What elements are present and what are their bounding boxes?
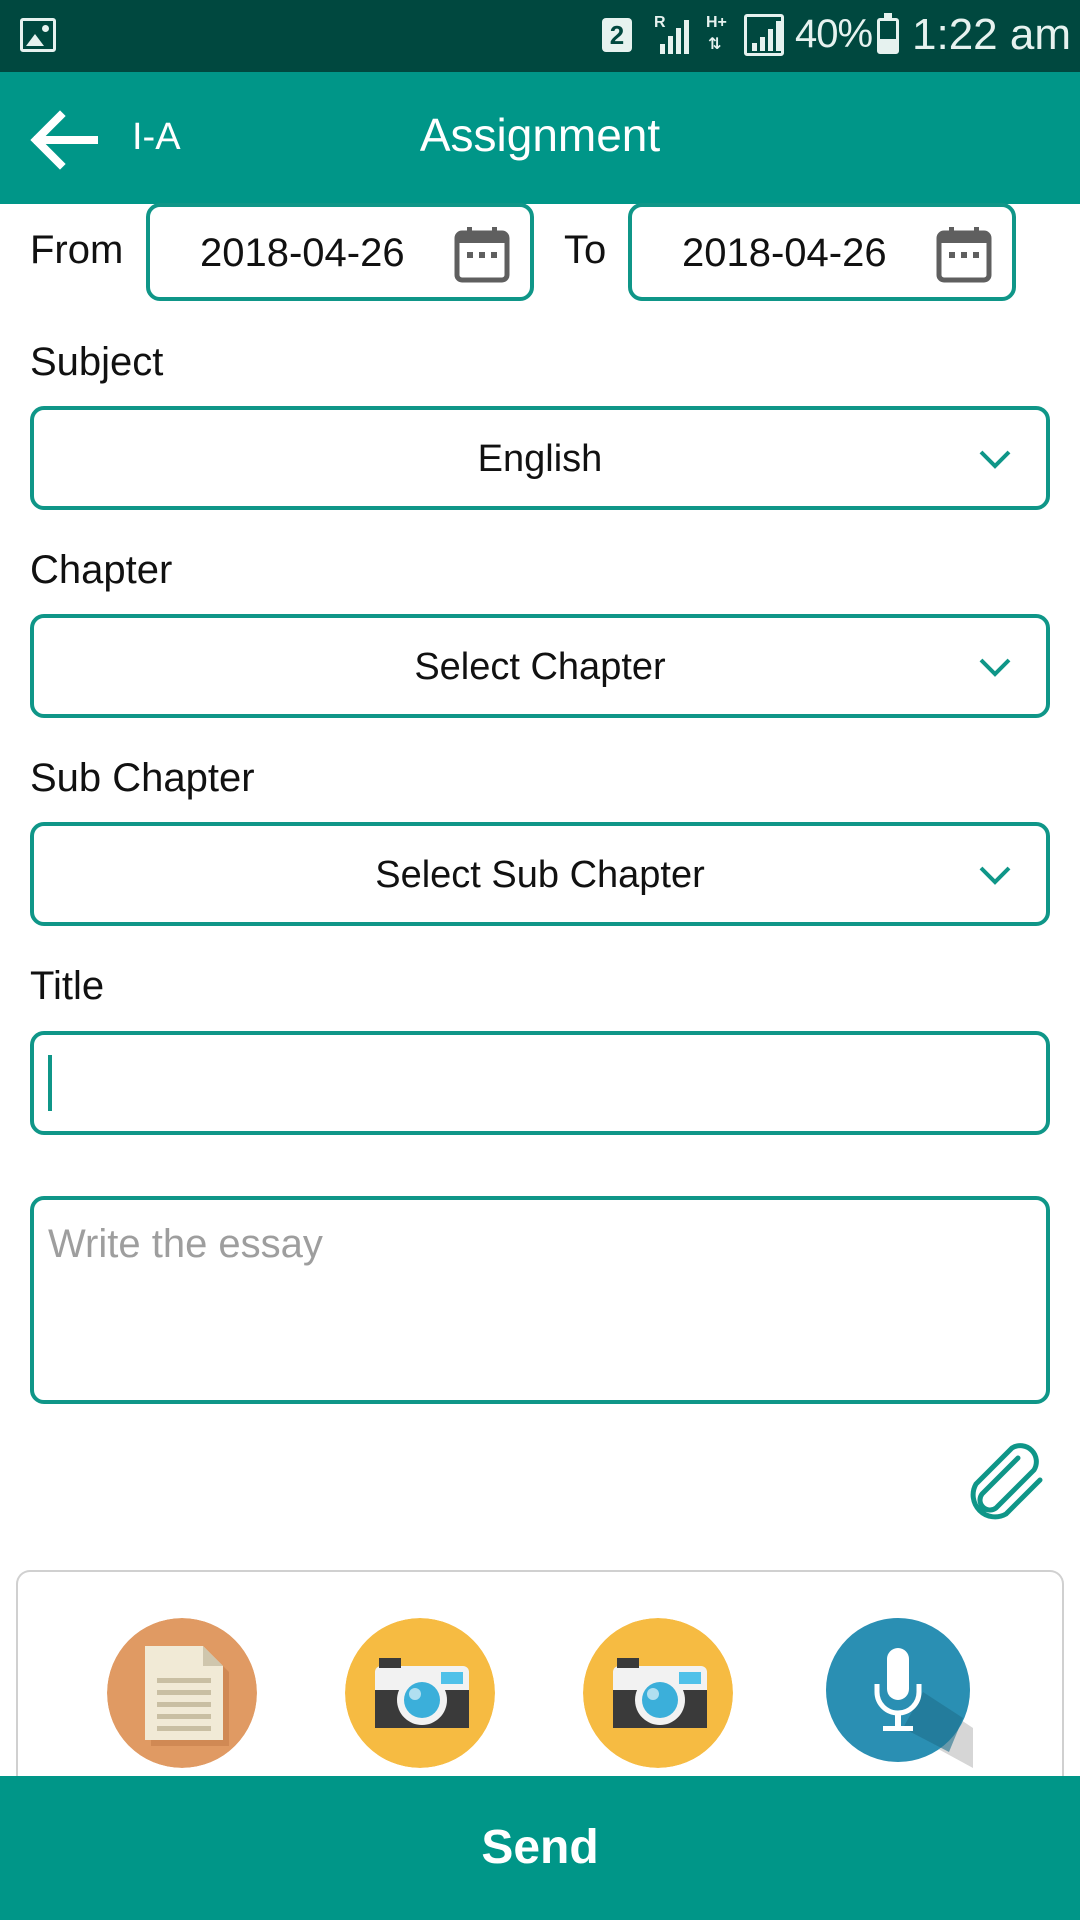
chapter-dropdown[interactable]: Select Chapter	[30, 614, 1050, 718]
subject-dropdown[interactable]: English	[30, 406, 1050, 510]
chevron-down-icon	[979, 450, 1011, 469]
clock: 1:22 am	[912, 10, 1071, 59]
sub-chapter-dropdown[interactable]: Select Sub Chapter	[30, 822, 1050, 926]
status-bar: 2 R H+ ⇅ 40% 1:22 am	[0, 0, 1080, 72]
essay-textarea[interactable]: Write the essay	[30, 1196, 1050, 1404]
take-photo-button[interactable]	[345, 1618, 495, 1768]
chevron-down-icon	[979, 658, 1011, 677]
attach-document-button[interactable]	[107, 1618, 257, 1768]
from-date-value: 2018-04-26	[200, 231, 405, 275]
data-arrows-icon: ⇅	[708, 36, 722, 53]
gallery-photo-button[interactable]	[583, 1618, 733, 1768]
camera-icon	[583, 1618, 733, 1768]
sim-slot-badge: 2	[602, 18, 632, 52]
app-bar: I-A Assignment	[0, 72, 1080, 204]
battery-percentage: 40%	[795, 12, 873, 56]
subject-selected-value: English	[477, 438, 603, 480]
chapter-selected-value: Select Chapter	[414, 646, 666, 688]
chapter-label: Chapter	[30, 548, 173, 592]
camera-icon	[345, 1618, 495, 1768]
signal-icon	[654, 16, 690, 54]
send-button[interactable]: Send	[0, 1776, 1080, 1920]
microphone-icon	[826, 1618, 973, 1768]
to-label: To	[564, 228, 607, 272]
calendar-icon	[936, 227, 992, 283]
chevron-down-icon	[979, 866, 1011, 885]
document-icon	[107, 1618, 257, 1768]
gallery-notification-icon	[20, 18, 56, 52]
attach-button[interactable]	[960, 1436, 1050, 1522]
sub-chapter-selected-value: Select Sub Chapter	[375, 854, 705, 896]
to-date-field[interactable]: 2018-04-26	[628, 203, 1016, 301]
from-date-field[interactable]: 2018-04-26	[146, 203, 534, 301]
signal-strength-icon	[744, 14, 784, 56]
sub-chapter-label: Sub Chapter	[30, 756, 255, 800]
record-audio-button[interactable]	[823, 1618, 973, 1768]
subject-label: Subject	[30, 340, 164, 384]
text-cursor	[48, 1055, 52, 1111]
paperclip-icon	[970, 1443, 1043, 1520]
title-label: Title	[30, 964, 105, 1008]
title-input[interactable]	[30, 1031, 1050, 1135]
from-label: From	[30, 228, 124, 272]
calendar-icon	[454, 227, 510, 283]
page-title: Assignment	[419, 109, 661, 161]
network-type-indicator: H+	[706, 14, 727, 31]
essay-placeholder: Write the essay	[48, 1222, 323, 1266]
to-date-value: 2018-04-26	[682, 231, 887, 275]
battery-icon	[877, 13, 899, 54]
